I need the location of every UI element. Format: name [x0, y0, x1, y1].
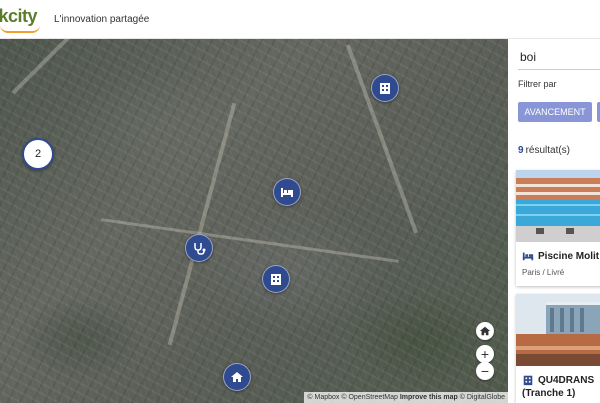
attribution-improve-link[interactable]: Improve this map — [400, 394, 458, 401]
map-marker-home[interactable] — [223, 363, 251, 391]
map-marker-building[interactable] — [262, 265, 290, 293]
search-input[interactable]: boi — [518, 45, 600, 70]
building-icon — [271, 274, 281, 285]
filter-label: Filtrer par — [518, 79, 557, 89]
zoom-out-button[interactable]: − — [476, 362, 494, 380]
results-panel: boi Filtrer par AVANCEMENT 9 résultat(s) … — [508, 39, 600, 403]
tagline: L'innovation partagée — [54, 14, 150, 25]
result-count: 9 résultat(s) — [518, 145, 570, 156]
filter-chip-avancement[interactable]: AVANCEMENT — [518, 102, 592, 122]
logo-text: nkcity — [0, 6, 38, 26]
logo[interactable]: nkcity — [0, 6, 40, 33]
zoom-in-button[interactable]: + — [476, 345, 494, 363]
map-marker-building[interactable] — [371, 74, 399, 102]
attribution-mapbox[interactable]: © Mapbox — [307, 394, 339, 401]
map-attribution: © Mapbox © OpenStreetMap Improve this ma… — [304, 392, 508, 403]
result-count-label: résultat(s) — [525, 145, 571, 156]
result-title: QU4DRANS — [522, 374, 594, 386]
bed-icon — [281, 188, 293, 197]
result-thumbnail — [516, 170, 600, 242]
result-title: Piscine Molit — [522, 250, 599, 262]
logo-swoosh — [0, 25, 40, 33]
map-cluster-marker[interactable]: 2 — [22, 138, 54, 170]
satellite-map[interactable]: 2 + − © Mapbox © OpenStreetMap Improve t… — [0, 39, 508, 403]
cluster-count: 2 — [34, 148, 42, 160]
result-title-text: Piscine Molit — [538, 250, 600, 262]
attribution-osm[interactable]: © OpenStreetMap — [341, 394, 398, 401]
result-count-number: 9 — [518, 145, 524, 156]
result-subtitle: Paris / Livré — [522, 268, 565, 277]
map-marker-stethoscope[interactable] — [185, 234, 213, 262]
stethoscope-icon — [194, 243, 206, 255]
result-card[interactable]: QU4DRANS (Tranche 1) — [516, 294, 600, 403]
building-icon — [380, 83, 390, 94]
app-header: nkcity L'innovation partagée — [0, 0, 600, 39]
result-thumbnail — [516, 294, 600, 366]
map-texture — [0, 39, 508, 403]
result-card[interactable]: Piscine Molit Paris / Livré — [516, 170, 600, 286]
map-marker-bed[interactable] — [273, 178, 301, 206]
result-title-line2: (Tranche 1) — [522, 388, 576, 399]
bed-icon — [522, 252, 534, 261]
map-reset-button[interactable] — [476, 322, 494, 340]
home-icon — [479, 326, 491, 336]
building-icon — [523, 375, 533, 386]
attribution-digitalglobe[interactable]: © DigitalGlobe — [460, 394, 505, 401]
home-icon — [231, 372, 243, 382]
result-title-text: QU4DRANS — [538, 374, 595, 386]
